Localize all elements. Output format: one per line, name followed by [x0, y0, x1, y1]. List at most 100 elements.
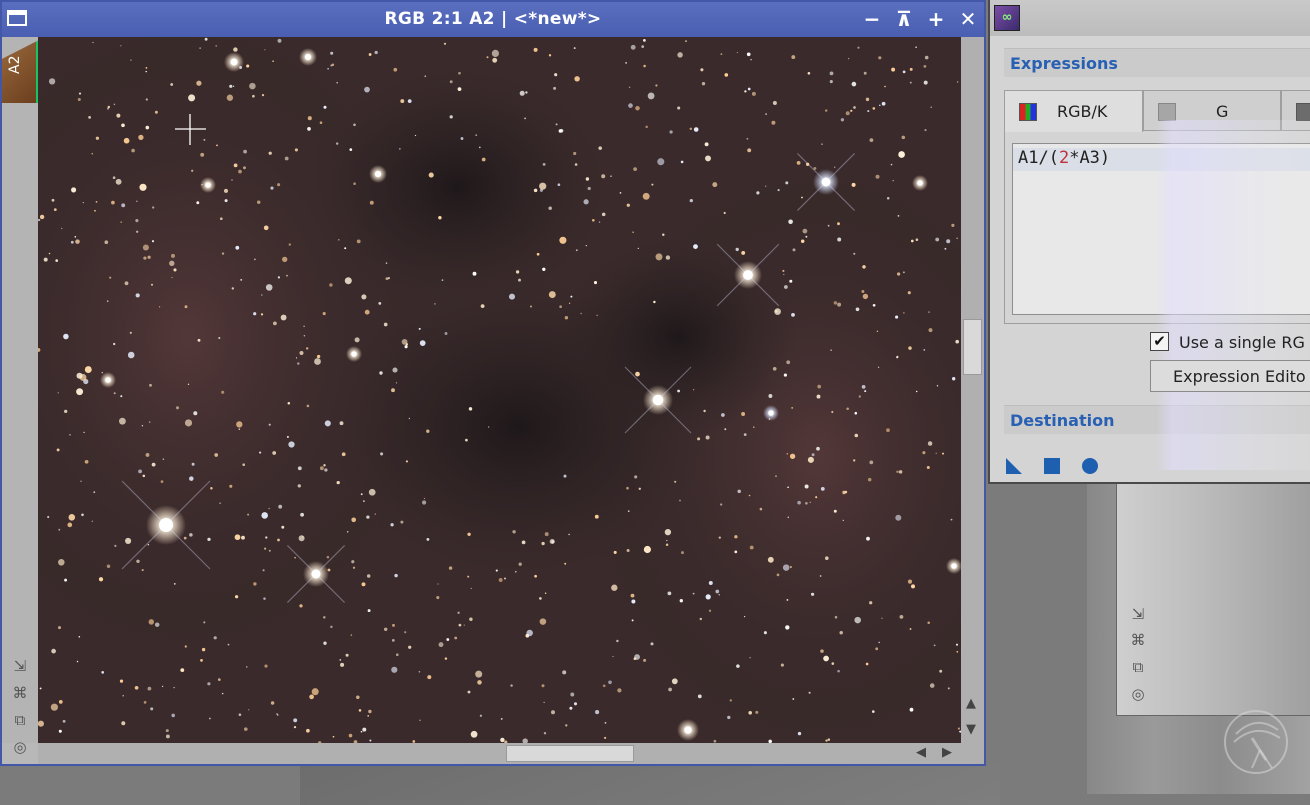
apply-global-icon[interactable]	[1080, 456, 1100, 476]
scroll-right-icon[interactable]: ▶	[942, 746, 952, 760]
star	[784, 285, 788, 289]
scroll-down-icon[interactable]: ▼	[966, 723, 976, 737]
star	[727, 715, 731, 720]
star	[515, 270, 520, 274]
star	[574, 163, 578, 166]
star	[104, 240, 109, 245]
star	[383, 322, 388, 327]
star	[136, 230, 139, 233]
star	[221, 390, 225, 394]
fit-view-icon[interactable]: ⌘	[11, 684, 29, 702]
star	[495, 569, 498, 572]
star-core	[917, 180, 923, 186]
apply-square-icon[interactable]	[1042, 456, 1062, 476]
tab-g[interactable]: G	[1143, 90, 1281, 131]
minimize-icon[interactable]: −	[860, 7, 884, 31]
image-canvas[interactable]	[38, 37, 961, 743]
resize-icon[interactable]: ⇲	[11, 657, 29, 675]
scroll-left-icon[interactable]: ◀	[916, 746, 926, 760]
star	[58, 626, 61, 630]
tab-g-label: G	[1216, 102, 1229, 121]
star	[443, 42, 447, 45]
star	[323, 641, 327, 645]
star	[820, 487, 825, 491]
star	[477, 680, 482, 685]
star	[339, 659, 342, 661]
shade-icon[interactable]: ⊼	[892, 7, 916, 31]
star	[805, 235, 808, 238]
horizontal-scroll-thumb[interactable]	[506, 745, 634, 762]
single-rgb-checkbox[interactable]: ✔	[1150, 332, 1169, 351]
star	[669, 130, 673, 134]
expressions-section-header[interactable]: Expressions	[1004, 48, 1310, 77]
tab-b[interactable]	[1281, 90, 1310, 131]
star	[277, 538, 280, 542]
vertical-scrollbar[interactable]: ▲ ▼	[961, 37, 984, 743]
star	[890, 163, 893, 166]
expression-editor[interactable]: A1/(2*A3)	[1012, 143, 1310, 315]
fit-view-icon[interactable]: ⌘	[1129, 631, 1147, 649]
star	[777, 189, 780, 192]
expression-editor-button[interactable]: Expression Edito	[1150, 360, 1310, 392]
clone-icon[interactable]: ⧉	[11, 711, 29, 729]
star	[101, 671, 105, 674]
star	[50, 703, 58, 711]
destination-section-header[interactable]: Destination	[1004, 405, 1310, 434]
image-window[interactable]: RGB 2:1 A2 | <*new*> − ⊼ + ✕ A2 ⇲ ⌘ ⧉ ◎	[0, 0, 986, 766]
star	[247, 513, 250, 516]
process-window-titlebar[interactable]: ∞	[990, 0, 1310, 36]
star	[568, 533, 570, 536]
star	[833, 301, 838, 305]
star	[147, 255, 151, 259]
star	[272, 60, 274, 63]
star	[253, 312, 257, 316]
star	[119, 679, 124, 683]
vertical-scroll-thumb[interactable]	[963, 319, 982, 375]
star	[418, 670, 421, 673]
target-icon[interactable]: ◎	[1129, 685, 1147, 703]
background-window[interactable]: ⇲ ⌘ ⧉ ◎	[1116, 480, 1310, 716]
expression-text[interactable]: A1/(2*A3)	[1018, 148, 1110, 168]
star	[744, 90, 747, 93]
resize-icon[interactable]: ⇲	[1129, 605, 1147, 623]
star	[585, 245, 587, 247]
star	[121, 721, 126, 726]
star	[360, 493, 363, 496]
image-window-titlebar[interactable]: RGB 2:1 A2 | <*new*> − ⊼ + ✕	[2, 2, 984, 37]
star	[404, 345, 408, 349]
star	[933, 644, 936, 647]
star	[330, 625, 333, 629]
star	[574, 76, 580, 82]
star	[782, 269, 785, 272]
close-icon[interactable]: ✕	[956, 7, 980, 31]
scroll-up-icon[interactable]: ▲	[966, 697, 976, 711]
star	[385, 277, 389, 280]
horizontal-scrollbar[interactable]: ◀ ▶	[38, 743, 984, 764]
star	[369, 739, 372, 742]
maximize-icon[interactable]: +	[924, 7, 948, 31]
target-icon[interactable]: ◎	[11, 738, 29, 756]
star	[340, 662, 345, 667]
star	[101, 371, 104, 374]
view-id-tab[interactable]: A2	[2, 40, 39, 103]
star	[891, 67, 896, 72]
star	[853, 459, 856, 462]
new-instance-icon[interactable]	[1004, 456, 1024, 476]
star	[276, 713, 278, 715]
star	[227, 643, 230, 646]
star	[407, 99, 412, 103]
star	[330, 51, 334, 55]
star	[827, 224, 830, 227]
clone-icon[interactable]: ⧉	[1129, 658, 1147, 676]
star-core	[743, 270, 753, 280]
star	[48, 252, 51, 255]
star-core	[652, 394, 664, 406]
star	[243, 166, 246, 170]
pixelmath-icon[interactable]: ∞	[994, 5, 1020, 31]
tab-rgbk[interactable]: RGB/K	[1004, 90, 1143, 132]
star	[923, 65, 927, 68]
star	[783, 273, 785, 276]
star	[353, 182, 356, 185]
star	[203, 621, 206, 624]
star	[467, 575, 470, 578]
